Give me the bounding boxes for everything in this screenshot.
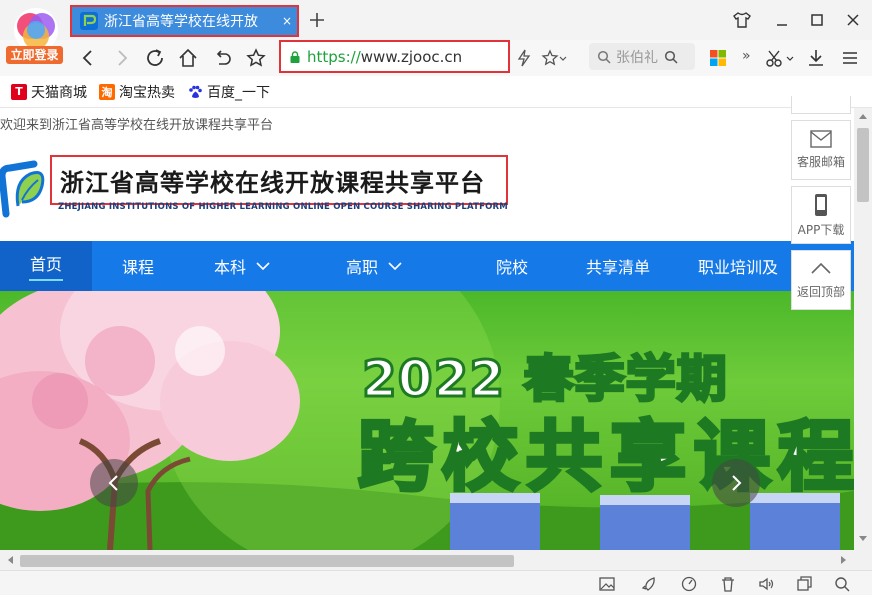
- speed-gauge-icon[interactable]: [680, 575, 698, 593]
- speaker-icon[interactable]: [757, 575, 775, 593]
- site-title-box[interactable]: 浙江省高等学校在线开放课程共享平台: [50, 155, 508, 205]
- side-label: 客服邮箱: [796, 155, 845, 169]
- side-panel-top: [791, 96, 851, 114]
- menu-label: 职业培训及: [698, 258, 779, 277]
- search-go-icon[interactable]: [664, 50, 678, 64]
- bookmark-label: 百度_一下: [207, 84, 270, 101]
- bookmark-label: 天猫商城: [31, 84, 87, 101]
- menu-hamburger-icon[interactable]: [838, 46, 862, 70]
- menu-label: 高职: [346, 258, 379, 277]
- banner-main-text: 跨校共享课程: [356, 410, 854, 503]
- menu-label: 院校: [495, 258, 528, 277]
- undo-close-icon[interactable]: [210, 46, 234, 70]
- scroll-left-arrow-icon[interactable]: [6, 555, 14, 565]
- rocket-icon[interactable]: [641, 575, 659, 593]
- bookmark-taobao[interactable]: 淘 淘宝热卖: [99, 82, 175, 102]
- banner-next-button[interactable]: [712, 459, 760, 507]
- web-page: 欢迎来到浙江省高等学校在线开放课程共享平台 浙江省高等学校在线开放课程共享平台 …: [0, 108, 854, 550]
- screenshot-scissors-icon[interactable]: [762, 46, 796, 70]
- main-menu: 首页 课程 本科 高职 院校 共享清单 职业培训及: [0, 241, 854, 291]
- scrollbar-corner: [854, 550, 872, 570]
- menu-item-undergrad[interactable]: 本科: [184, 241, 310, 291]
- chevron-down-icon: [388, 262, 402, 271]
- scroll-right-arrow-icon[interactable]: [840, 555, 848, 565]
- scroll-down-arrow-icon[interactable]: [858, 535, 868, 543]
- url-host: www.zjooc.cn: [360, 47, 463, 66]
- menu-label: 本科: [214, 258, 247, 277]
- maximize-icon[interactable]: [805, 8, 829, 32]
- lightning-icon[interactable]: [512, 46, 536, 70]
- back-to-top-button[interactable]: 返回顶部: [791, 250, 851, 310]
- bookmark-label: 淘宝热卖: [119, 84, 175, 101]
- side-label: APP下载: [797, 222, 845, 237]
- trash-icon[interactable]: [719, 575, 737, 593]
- site-subtitle: ZHEJIANG INSTITUTIONS OF HIGHER LEARNING…: [58, 202, 508, 212]
- close-window-icon[interactable]: [841, 8, 865, 32]
- download-icon[interactable]: [804, 46, 828, 70]
- site-title: 浙江省高等学校在线开放课程共享平台: [60, 168, 485, 197]
- active-underline: [29, 279, 63, 281]
- browser-tab-active[interactable]: 浙江省高等学校在线开放 ×: [70, 5, 299, 37]
- mail-icon: [810, 130, 832, 148]
- menu-item-schools[interactable]: 院校: [466, 241, 558, 291]
- bookmark-tmall[interactable]: T 天猫商城: [11, 82, 87, 102]
- favorite-star-icon[interactable]: [244, 46, 268, 70]
- login-button[interactable]: 立即登录: [6, 46, 63, 64]
- zoom-icon[interactable]: [833, 575, 851, 593]
- search-box[interactable]: 张伯礼: [589, 43, 695, 70]
- minimize-icon[interactable]: [770, 8, 794, 32]
- chevron-down-icon: [256, 262, 270, 271]
- customer-email-button[interactable]: 客服邮箱: [791, 120, 851, 180]
- tab-title: 浙江省高等学校在线开放: [104, 14, 258, 30]
- skin-shirt-icon[interactable]: [730, 8, 754, 32]
- menu-label: 课程: [121, 258, 154, 277]
- banner-prev-button[interactable]: [90, 459, 138, 507]
- phone-icon: [815, 193, 827, 216]
- chevron-left-icon: [108, 475, 118, 491]
- back-icon[interactable]: [76, 46, 100, 70]
- hero-banner[interactable]: 2022 春季学期 跨校共享课程: [0, 291, 854, 550]
- side-label: 返回顶部: [796, 284, 845, 299]
- tab-close-icon[interactable]: ×: [277, 14, 297, 28]
- menu-item-shared-list[interactable]: 共享清单: [558, 241, 678, 291]
- bookmark-baidu[interactable]: 百度_一下: [187, 82, 270, 102]
- forward-icon[interactable]: [110, 46, 134, 70]
- zjooc-favicon-icon: [80, 12, 98, 30]
- taobao-icon: 淘: [99, 83, 115, 100]
- menu-item-vocational[interactable]: 高职: [310, 241, 466, 291]
- site-logo-icon[interactable]: [0, 158, 48, 220]
- menu-item-home[interactable]: 首页: [0, 241, 92, 291]
- search-text: 张伯礼: [616, 49, 658, 66]
- apps-grid-icon[interactable]: [706, 46, 730, 70]
- new-tab-icon[interactable]: [306, 9, 328, 31]
- menu-label: 首页: [29, 255, 62, 274]
- menu-item-training[interactable]: 职业培训及: [678, 241, 798, 291]
- more-extensions-icon[interactable]: »: [742, 48, 751, 64]
- home-icon[interactable]: [176, 46, 200, 70]
- refresh-icon[interactable]: [143, 46, 167, 70]
- chevron-right-icon: [732, 475, 742, 491]
- star-dropdown-icon[interactable]: [540, 46, 570, 70]
- secure-lock-icon: [290, 50, 300, 63]
- menu-label: 共享清单: [585, 258, 650, 277]
- chevron-up-icon: [811, 262, 831, 274]
- baidu-paw-icon: [189, 85, 202, 98]
- app-download-button[interactable]: APP下载: [791, 186, 851, 244]
- address-bar[interactable]: https://www.zjooc.cn: [279, 40, 510, 73]
- image-icon[interactable]: [598, 575, 616, 593]
- vertical-scroll-thumb[interactable]: [857, 128, 869, 202]
- window-restore-icon[interactable]: [795, 575, 813, 593]
- menu-item-courses[interactable]: 课程: [92, 241, 184, 291]
- search-icon: [597, 50, 611, 64]
- url-scheme: https://: [307, 47, 361, 66]
- bookmarks-bar: T 天猫商城 淘 淘宝热卖 百度_一下: [0, 76, 872, 108]
- tmall-icon: T: [11, 83, 27, 100]
- scroll-up-arrow-icon[interactable]: [858, 112, 868, 120]
- status-bar: [0, 570, 872, 595]
- welcome-text: 欢迎来到浙江省高等学校在线开放课程共享平台: [0, 118, 274, 133]
- horizontal-scroll-thumb[interactable]: [20, 555, 514, 567]
